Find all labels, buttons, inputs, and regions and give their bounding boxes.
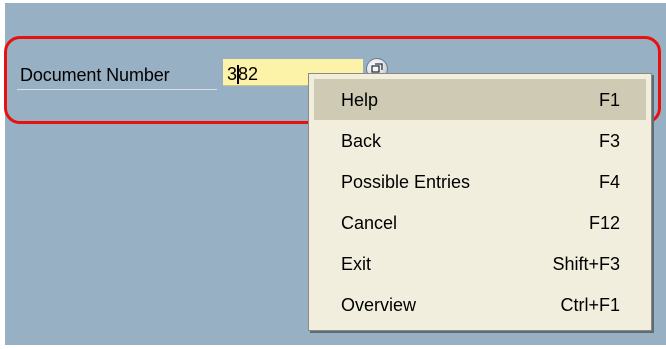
menu-item-shortcut: F12 xyxy=(588,213,620,233)
menu-item-help[interactable]: Help F1 xyxy=(314,79,646,120)
menu-item-shortcut: Shift+F3 xyxy=(552,254,620,274)
menu-item-shortcut: F1 xyxy=(598,90,620,110)
menu-item-label: Cancel xyxy=(341,213,398,233)
context-menu: Help F1 Back F3 Possible Entries F4 Canc… xyxy=(308,73,652,331)
menu-item-label: Exit xyxy=(341,254,372,274)
menu-item-shortcut: F4 xyxy=(598,172,620,192)
menu-item-label: Possible Entries xyxy=(341,172,471,192)
menu-item-shortcut: F3 xyxy=(598,131,620,151)
menu-item-back[interactable]: Back F3 xyxy=(314,120,646,161)
menu-item-label: Overview xyxy=(341,295,417,315)
menu-item-cancel[interactable]: Cancel F12 xyxy=(314,202,646,243)
input-first-char: 3 xyxy=(227,64,238,84)
menu-item-overview[interactable]: Overview Ctrl+F1 xyxy=(314,284,646,325)
menu-item-exit[interactable]: Exit Shift+F3 xyxy=(314,243,646,284)
menu-item-shortcut: Ctrl+F1 xyxy=(560,295,620,315)
menu-item-label: Help xyxy=(341,90,379,110)
menu-item-possible-entries[interactable]: Possible Entries F4 xyxy=(314,161,646,202)
menu-item-label: Back xyxy=(341,131,382,151)
document-number-label: Document Number xyxy=(20,65,170,85)
input-rest-chars: 82 xyxy=(238,64,259,84)
label-underline xyxy=(17,89,217,90)
